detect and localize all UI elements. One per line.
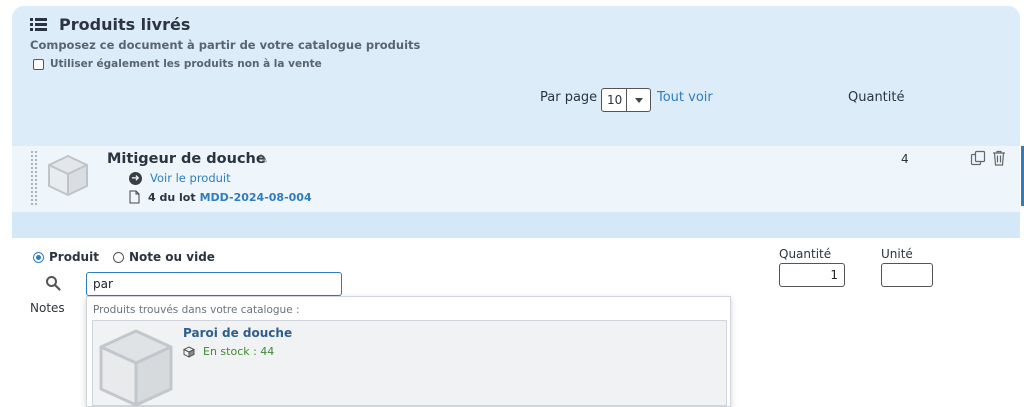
per-page-label: Par page [540,90,598,105]
lot-info: 4 du lot MDD-2024-08-004 [129,190,312,204]
lot-code-link[interactable]: MDD-2024-08-004 [200,191,312,204]
non-sale-products-checkbox[interactable] [33,58,44,70]
note-radio[interactable] [112,251,124,263]
page-title: Produits livrés [59,15,191,34]
view-product-label[interactable]: Voir le produit [150,171,231,185]
stock-status: En stock : 44 [183,345,274,358]
arrow-circle-icon: ➜ [129,171,142,185]
quantity-column-header: Quantité [848,90,905,105]
stock-label: En stock : 44 [203,345,275,358]
lot-prefix: 4 du lot [148,190,196,204]
unit-label: Unité [881,247,913,261]
product-search-input[interactable] [86,272,342,296]
document-icon [129,190,140,204]
line-type-selector: Produit Note ou vide [33,250,215,264]
section-separator [12,212,1020,238]
product-quantity: 4 [901,152,909,166]
per-page-select[interactable]: 10 [601,88,651,112]
non-sale-products-option[interactable]: Utiliser également les produits non à la… [33,58,322,70]
show-all-link[interactable]: Tout voir [657,90,713,105]
duplicate-icon[interactable] [970,150,986,166]
suggestion-item[interactable]: Paroi de douche En stock : 44 [92,320,727,407]
cube-icon [183,345,195,358]
per-page-value: 10 [607,93,623,107]
panel-header: Produits livrés [30,15,190,34]
product-radio[interactable] [33,251,44,263]
page-subtitle: Composez ce document à partir de votre c… [30,38,421,52]
chevron-down-icon[interactable] [626,89,650,111]
drag-handle-icon[interactable] [30,150,38,206]
product-box-icon [99,329,173,407]
unit-input[interactable] [881,263,933,287]
non-sale-products-label: Utiliser également les produits non à la… [50,58,322,70]
search-suggestions-dropdown: Produits trouvés dans votre catalogue : … [86,296,731,407]
search-icon [46,276,61,291]
product-name: Mitigeur de douche [107,151,266,167]
notes-label: Notes [30,301,65,315]
edit-pencil-icon[interactable]: ✎ [258,152,268,166]
list-icon [30,17,47,32]
suggestion-name[interactable]: Paroi de douche [183,326,292,340]
trash-icon[interactable] [992,150,1006,166]
suggestions-header: Produits trouvés dans votre catalogue : [93,304,300,316]
quantity-label: Quantité [779,247,832,261]
quantity-input[interactable] [779,263,845,287]
view-product-link[interactable]: ➜ Voir le produit [129,171,231,185]
product-box-icon [48,155,88,196]
product-radio-label[interactable]: Produit [49,250,99,264]
note-radio-label[interactable]: Note ou vide [129,250,215,264]
